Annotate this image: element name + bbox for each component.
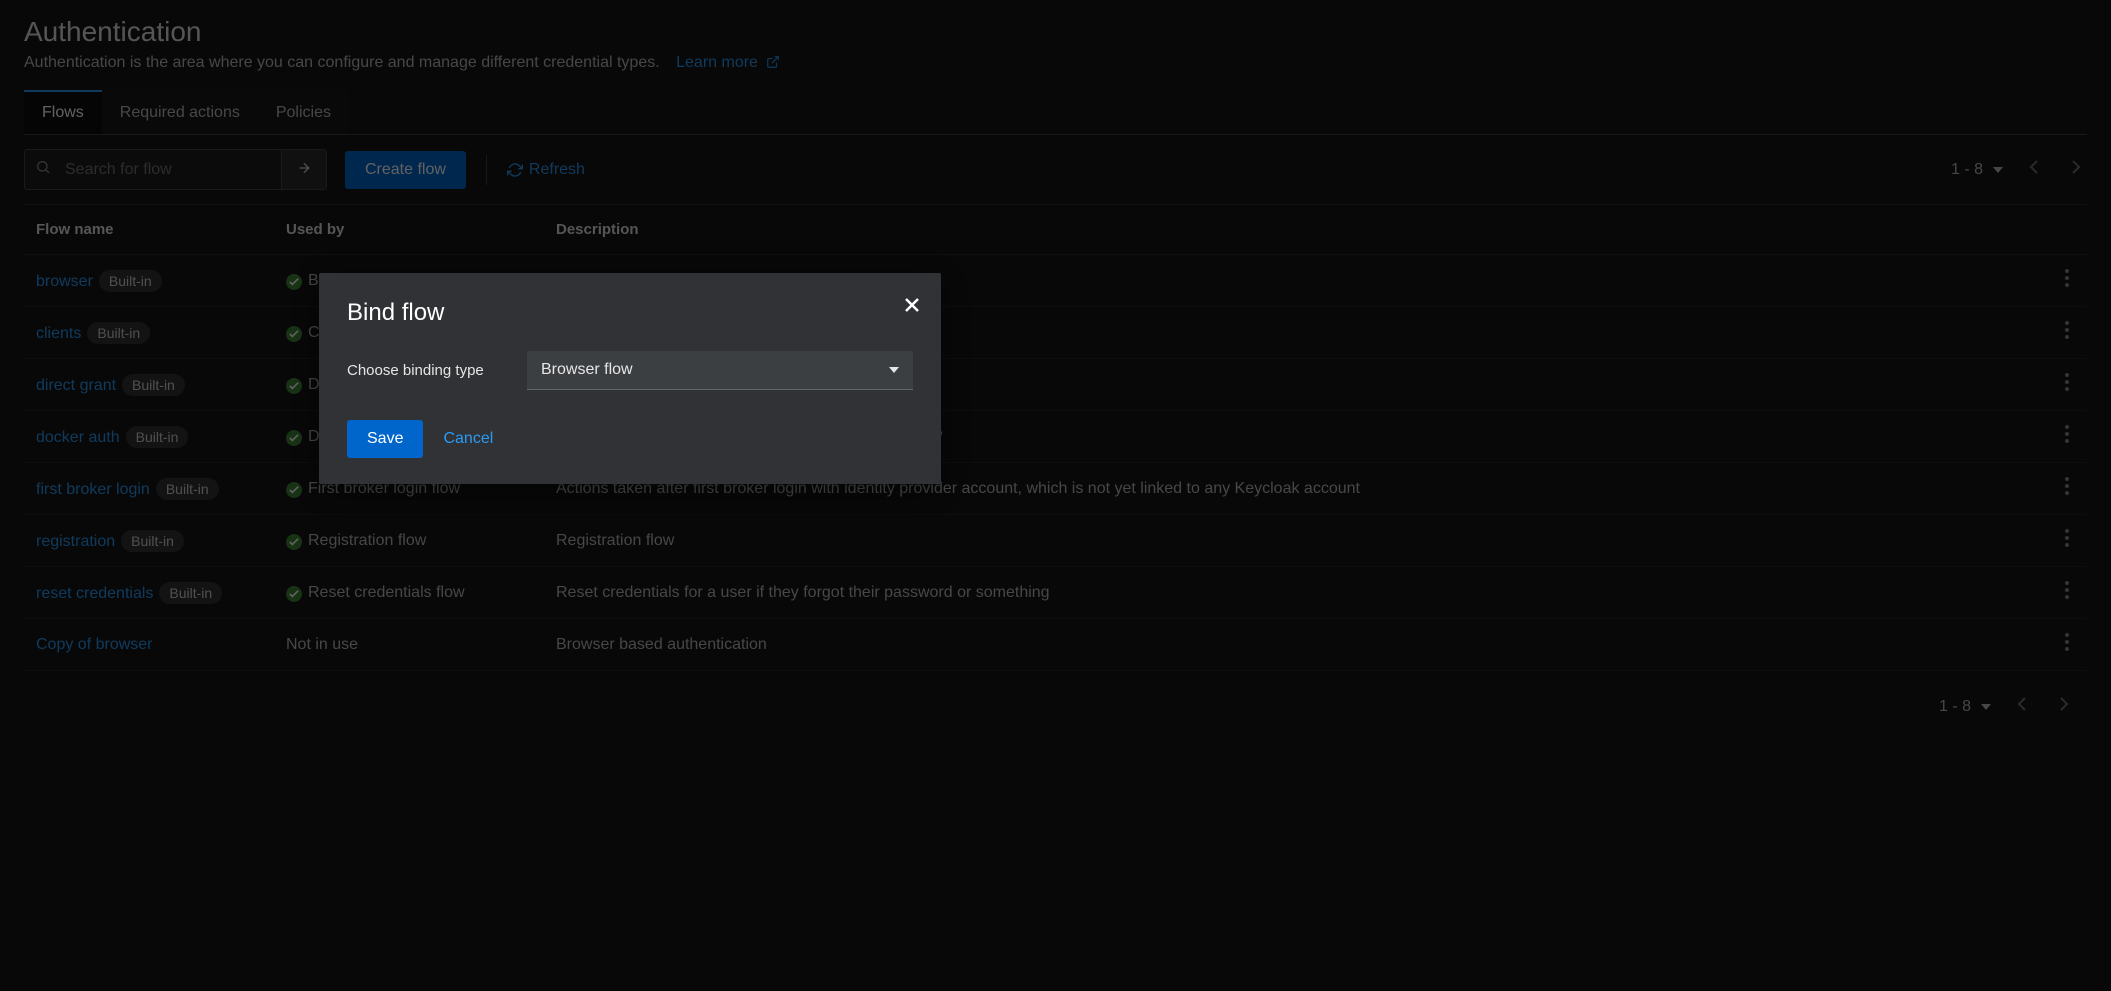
modal-close-button[interactable] <box>905 295 919 318</box>
binding-type-label: Choose binding type <box>347 362 497 379</box>
modal-title: Bind flow <box>347 299 913 327</box>
modal-overlay[interactable] <box>0 0 2111 991</box>
modal-actions: Save Cancel <box>347 420 913 458</box>
binding-type-select[interactable]: Browser flow <box>527 351 913 390</box>
binding-type-selected: Browser flow <box>541 361 633 379</box>
save-button[interactable]: Save <box>347 420 423 458</box>
caret-down-icon <box>889 365 899 375</box>
close-icon <box>905 298 919 312</box>
bind-flow-modal: Bind flow Choose binding type Browser fl… <box>319 273 941 484</box>
modal-field-row: Choose binding type Browser flow <box>347 351 913 390</box>
cancel-button[interactable]: Cancel <box>443 430 493 448</box>
